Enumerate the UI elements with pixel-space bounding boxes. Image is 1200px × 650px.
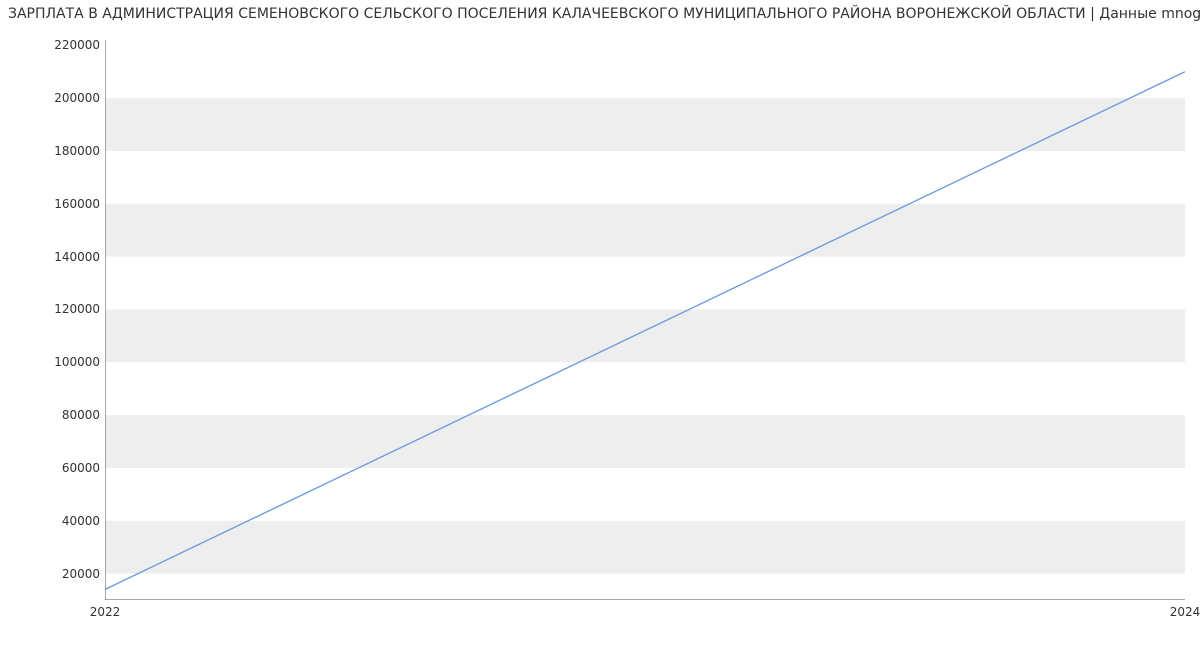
grid-band [105, 521, 1185, 574]
y-tick-label: 120000 [10, 302, 100, 316]
y-tick-label: 40000 [10, 514, 100, 528]
y-tick-label: 180000 [10, 144, 100, 158]
y-tick-label: 80000 [10, 408, 100, 422]
grid-band [105, 415, 1185, 468]
grid-band [105, 309, 1185, 362]
grid-band [105, 204, 1185, 257]
y-tick-label: 160000 [10, 197, 100, 211]
y-tick-label: 140000 [10, 250, 100, 264]
x-tick-label: 2024 [1170, 605, 1200, 619]
line-chart: ЗАРПЛАТА В АДМИНИСТРАЦИЯ СЕМЕНОВСКОГО СЕ… [0, 0, 1200, 650]
grid-band [105, 98, 1185, 151]
chart-title: ЗАРПЛАТА В АДМИНИСТРАЦИЯ СЕМЕНОВСКОГО СЕ… [8, 6, 1192, 22]
y-tick-label: 60000 [10, 461, 100, 475]
y-tick-label: 100000 [10, 355, 100, 369]
y-tick-label: 200000 [10, 91, 100, 105]
y-tick-label: 220000 [10, 38, 100, 52]
plot-area [105, 40, 1185, 600]
x-tick-label: 2022 [90, 605, 121, 619]
y-tick-label: 20000 [10, 567, 100, 581]
